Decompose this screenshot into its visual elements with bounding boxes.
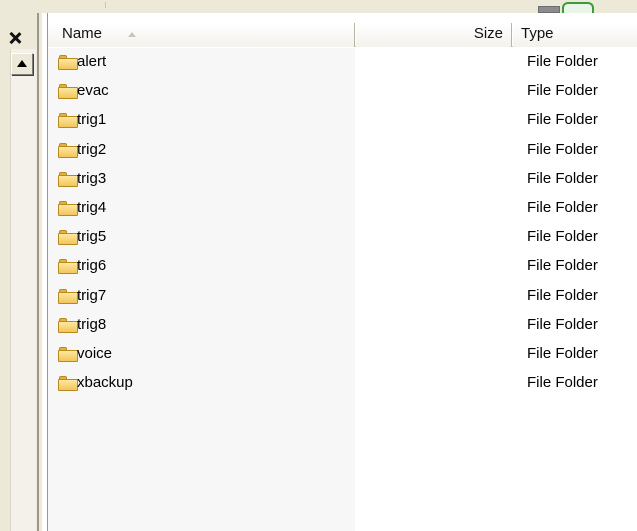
file-type: File Folder [527, 374, 598, 392]
column-header-size-label: Size [473, 25, 503, 42]
list-item[interactable]: xbackup File Folder [48, 369, 637, 398]
file-type: File Folder [527, 198, 598, 216]
file-name: trig6 [77, 257, 107, 275]
list-item[interactable]: trig7 File Folder [48, 282, 637, 311]
folder-icon [58, 142, 78, 158]
file-type: File Folder [527, 257, 598, 275]
folder-icon [58, 317, 78, 333]
list-item[interactable]: trig4 File Folder [48, 194, 637, 223]
list-item[interactable]: trig2 File Folder [48, 136, 637, 165]
list-item[interactable]: alert File Folder [48, 48, 637, 77]
toolbar-button[interactable] [538, 6, 560, 13]
folder-icon [58, 171, 78, 187]
pane-splitter[interactable] [37, 13, 39, 531]
close-icon[interactable] [8, 31, 22, 45]
list-item[interactable]: trig8 File Folder [48, 311, 637, 340]
file-name: alert [77, 53, 107, 70]
file-name: trig1 [77, 111, 107, 129]
file-name: voice [77, 344, 113, 362]
file-name: trig2 [77, 140, 107, 158]
divider [105, 2, 106, 8]
file-type: File Folder [527, 169, 598, 187]
file-type: File Folder [527, 53, 598, 70]
folders-pane [0, 13, 42, 531]
top-toolbar-strip [0, 0, 637, 13]
column-header-size[interactable]: Size [356, 23, 512, 47]
folder-icon [58, 288, 78, 304]
file-name: trig4 [77, 198, 107, 216]
file-name: trig5 [77, 228, 107, 246]
column-header-name[interactable]: Name [48, 23, 355, 47]
list-item[interactable]: trig1 File Folder [48, 106, 637, 135]
file-type: File Folder [527, 228, 598, 246]
folder-icon [58, 113, 78, 129]
scroll-up-arrow-icon[interactable] [11, 53, 33, 75]
file-name: evac [77, 82, 109, 100]
list-item[interactable]: trig3 File Folder [48, 165, 637, 194]
folder-icon [58, 376, 78, 392]
folder-icon [58, 346, 78, 362]
file-name: trig7 [77, 286, 107, 304]
folder-icon [58, 230, 78, 246]
file-list: alert File Folder evac File Folder trig1… [48, 48, 637, 398]
file-type: File Folder [527, 82, 598, 100]
folder-icon [58, 259, 78, 275]
folders-pane-scrollbar[interactable] [10, 49, 36, 531]
column-header-name-label: Name [62, 25, 103, 42]
folder-icon [58, 84, 78, 100]
folder-icon [58, 55, 78, 70]
column-header-row: Name Size Type [48, 23, 637, 47]
file-type: File Folder [527, 111, 598, 129]
list-item[interactable]: trig5 File Folder [48, 223, 637, 252]
file-name: trig8 [77, 315, 107, 333]
go-button[interactable] [562, 2, 594, 13]
file-type: File Folder [527, 140, 598, 158]
file-list-view[interactable]: Name Size Type alert File Folder evac Fi… [47, 13, 637, 531]
column-header-type-label: Type [521, 25, 554, 42]
list-item[interactable]: evac File Folder [48, 77, 637, 106]
file-name: trig3 [77, 169, 107, 187]
column-header-type[interactable]: Type [513, 23, 637, 47]
file-name: xbackup [77, 374, 133, 392]
file-type: File Folder [527, 286, 598, 304]
folder-icon [58, 200, 78, 216]
file-type: File Folder [527, 315, 598, 333]
sort-ascending-icon [128, 32, 136, 37]
list-item[interactable]: voice File Folder [48, 340, 637, 369]
file-type: File Folder [527, 344, 598, 362]
list-item[interactable]: trig6 File Folder [48, 252, 637, 281]
